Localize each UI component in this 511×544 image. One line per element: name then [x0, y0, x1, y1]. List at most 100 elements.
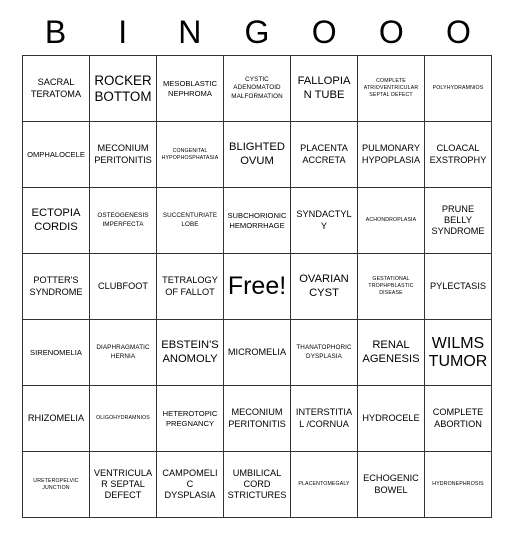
bingo-cell[interactable]: CONGENITAL HYPOPHOSPHATASIA: [157, 122, 224, 188]
bingo-cell[interactable]: PLACENTOMEGALY: [291, 452, 358, 518]
bingo-cell[interactable]: THANATOPHORIC DYSPLASIA: [291, 320, 358, 386]
bingo-cell[interactable]: VENTRICULAR SEPTAL DEFECT: [90, 452, 157, 518]
bingo-cell[interactable]: WILMS TUMOR: [425, 320, 492, 386]
bingo-cell-label: OSTEOGENESIS IMPERFECTA: [97, 212, 149, 228]
bingo-cell-label: BLIGHTED OVUM: [229, 141, 285, 167]
bingo-cell[interactable]: UMBILICAL CORD STRICTURES: [224, 452, 291, 518]
bingo-cell[interactable]: CLOACAL EXSTROPHY: [425, 122, 492, 188]
bingo-cell[interactable]: PYLECTASIS: [425, 254, 492, 320]
bingo-cell-label: SUCCENTURIATE LOBE: [162, 212, 218, 228]
bingo-cell[interactable]: BLIGHTED OVUM: [224, 122, 291, 188]
bingo-cell[interactable]: POTTER'S SYNDROME: [23, 254, 90, 320]
bingo-cell[interactable]: TETRALOGY OF FALLOT: [157, 254, 224, 320]
bingo-cell[interactable]: HYDRONEPHROSIS: [425, 452, 492, 518]
bingo-cell-label: SIRENOMELIA: [30, 347, 82, 357]
bingo-cell-label: VENTRICULAR SEPTAL DEFECT: [93, 467, 153, 501]
bingo-header-letter: O: [311, 13, 337, 50]
bingo-cell-label: PYLECTASIS: [430, 280, 486, 291]
bingo-cell-label: INTERSTITIAL /CORNUA: [295, 407, 353, 429]
bingo-cell-label: COMPLETE ATRIOVENTRICULAR SEPTAL DEFECT: [363, 78, 419, 98]
bingo-cell-label: HETEROTOPIC PREGNANCY: [162, 409, 218, 428]
bingo-cell-label: POLYHYDRAMNIOS: [432, 85, 484, 92]
bingo-card: B I N G O O O SACRAL TERATOMA ROCKER BOTTOM MESO…: [0, 0, 511, 544]
bingo-cell-label: SUBCHORIONIC HEMORRHAGE: [227, 211, 287, 230]
bingo-cell[interactable]: OSTEOGENESIS IMPERFECTA: [90, 188, 157, 254]
bingo-cell-label: CONGENITAL HYPOPHOSPHATASIA: [161, 147, 219, 161]
bingo-cell-label: PLACENTOMEGALY: [298, 481, 350, 488]
bingo-cell-label: COMPLETE ABORTION: [432, 407, 484, 429]
bingo-header-letter: O: [445, 13, 471, 50]
bingo-cell-label: MESOBLASTIC NEPHROMA: [162, 79, 217, 98]
bingo-cell[interactable]: URETEROPELVIC JUNCTION: [23, 452, 90, 518]
bingo-header: BINGOOO: [22, 8, 492, 55]
bingo-cell[interactable]: OMPHALOCELE: [23, 122, 90, 188]
bingo-cell[interactable]: ECTOPIA CORDIS: [23, 188, 90, 254]
bingo-cell[interactable]: ECHOGENIC BOWEL: [358, 452, 425, 518]
bingo-cell[interactable]: CYSTIC ADENOMATOID MALFORMATION: [224, 56, 291, 122]
bingo-cell[interactable]: PRUNE BELLY SYNDROME: [425, 188, 492, 254]
bingo-cell-label: HYDRONEPHROSIS: [432, 481, 484, 488]
bingo-cell-label: THANATOPHORIC DYSPLASIA: [296, 344, 352, 360]
bingo-cell[interactable]: RHIZOMELIA: [23, 386, 90, 452]
bingo-cell-label: MICROMELIA: [227, 346, 287, 357]
bingo-header-letter: O: [378, 13, 404, 50]
bingo-cell-label: SACRAL TERATOMA: [30, 77, 82, 99]
bingo-cell[interactable]: CLUBFOOT: [90, 254, 157, 320]
bingo-cell-label: OVARIAN CYST: [299, 273, 349, 299]
bingo-cell-label: MECONIUM PERITONITIS: [228, 407, 286, 429]
bingo-cell-label: PLACENTA ACCRETA: [300, 143, 348, 165]
bingo-cell-label: ROCKER BOTTOM: [94, 73, 152, 104]
bingo-cell[interactable]: ACHONDROPLASIA: [358, 188, 425, 254]
bingo-cell[interactable]: COMPLETE ATRIOVENTRICULAR SEPTAL DEFECT: [358, 56, 425, 122]
bingo-cell-label: RENAL AGENESIS: [362, 339, 420, 365]
bingo-cell-label: CAMPOMELIC DYSPLASIA: [162, 467, 218, 501]
bingo-cell[interactable]: EBSTEIN'S ANOMOLY: [157, 320, 224, 386]
bingo-cell-label: HYDROCELE: [362, 412, 420, 423]
bingo-cell[interactable]: FALLOPIAN TUBE: [291, 56, 358, 122]
bingo-header-letter: N: [178, 13, 202, 50]
bingo-cell-label: SYNDACTYLY: [296, 209, 352, 231]
bingo-cell[interactable]: MECONIUM PERITONITIS: [224, 386, 291, 452]
bingo-cell-label: UMBILICAL CORD STRICTURES: [227, 467, 287, 501]
bingo-cell[interactable]: OVARIAN CYST: [291, 254, 358, 320]
bingo-cell[interactable]: ROCKER BOTTOM: [90, 56, 157, 122]
bingo-cell[interactable]: OLIGOHYDRAMNIOS: [90, 386, 157, 452]
bingo-cell-label: OMPHALOCELE: [27, 149, 85, 159]
bingo-cell-label: CLUBFOOT: [97, 280, 149, 291]
bingo-cell[interactable]: COMPLETE ABORTION: [425, 386, 492, 452]
bingo-cell-label: CLOACAL EXSTROPHY: [429, 143, 487, 165]
bingo-cell[interactable]: HYDROCELE: [358, 386, 425, 452]
bingo-cell[interactable]: MECONIUM PERITONITIS: [90, 122, 157, 188]
bingo-cell-label: FALLOPIAN TUBE: [297, 75, 351, 101]
bingo-cell-label: ECTOPIA CORDIS: [31, 207, 81, 233]
bingo-cell[interactable]: SACRAL TERATOMA: [23, 56, 90, 122]
bingo-cell-label: ECHOGENIC BOWEL: [363, 473, 419, 495]
bingo-cell[interactable]: DIAPHRAGMATIC HERNIA: [90, 320, 157, 386]
bingo-cell[interactable]: HETEROTOPIC PREGNANCY: [157, 386, 224, 452]
bingo-cell[interactable]: INTERSTITIAL /CORNUA: [291, 386, 358, 452]
bingo-grid: SACRAL TERATOMA ROCKER BOTTOM MESOBLASTIC …: [22, 55, 492, 518]
bingo-cell[interactable]: SIRENOMELIA: [23, 320, 90, 386]
bingo-header-letter: B: [44, 13, 67, 50]
bingo-cell[interactable]: SUBCHORIONIC HEMORRHAGE: [224, 188, 291, 254]
bingo-cell-label: OLIGOHYDRAMNIOS: [96, 415, 150, 422]
bingo-cell[interactable]: GESTATIONAL TROPHPBLASTIC DISEASE: [358, 254, 425, 320]
bingo-cell[interactable]: SUCCENTURIATE LOBE: [157, 188, 224, 254]
bingo-cell[interactable]: POLYHYDRAMNIOS: [425, 56, 492, 122]
bingo-cell-label: URETEROPELVIC JUNCTION: [33, 477, 79, 491]
bingo-cell[interactable]: PULMONARY HYPOPLASIA: [358, 122, 425, 188]
bingo-cell-label: POTTER'S SYNDROME: [29, 275, 83, 297]
bingo-cell-label: Free!: [227, 272, 287, 301]
bingo-free-cell[interactable]: Free!: [224, 254, 291, 320]
bingo-cell-label: PRUNE BELLY SYNDROME: [431, 203, 485, 237]
bingo-cell[interactable]: PLACENTA ACCRETA: [291, 122, 358, 188]
bingo-cell-label: PULMONARY HYPOPLASIA: [361, 143, 421, 165]
bingo-cell[interactable]: RENAL AGENESIS: [358, 320, 425, 386]
bingo-cell-label: TETRALOGY OF FALLOT: [162, 275, 218, 297]
bingo-header-letter: G: [244, 13, 270, 50]
bingo-cell-label: RHIZOMELIA: [27, 412, 85, 423]
bingo-cell[interactable]: CAMPOMELIC DYSPLASIA: [157, 452, 224, 518]
bingo-cell[interactable]: MICROMELIA: [224, 320, 291, 386]
bingo-cell[interactable]: SYNDACTYLY: [291, 188, 358, 254]
bingo-cell[interactable]: MESOBLASTIC NEPHROMA: [157, 56, 224, 122]
